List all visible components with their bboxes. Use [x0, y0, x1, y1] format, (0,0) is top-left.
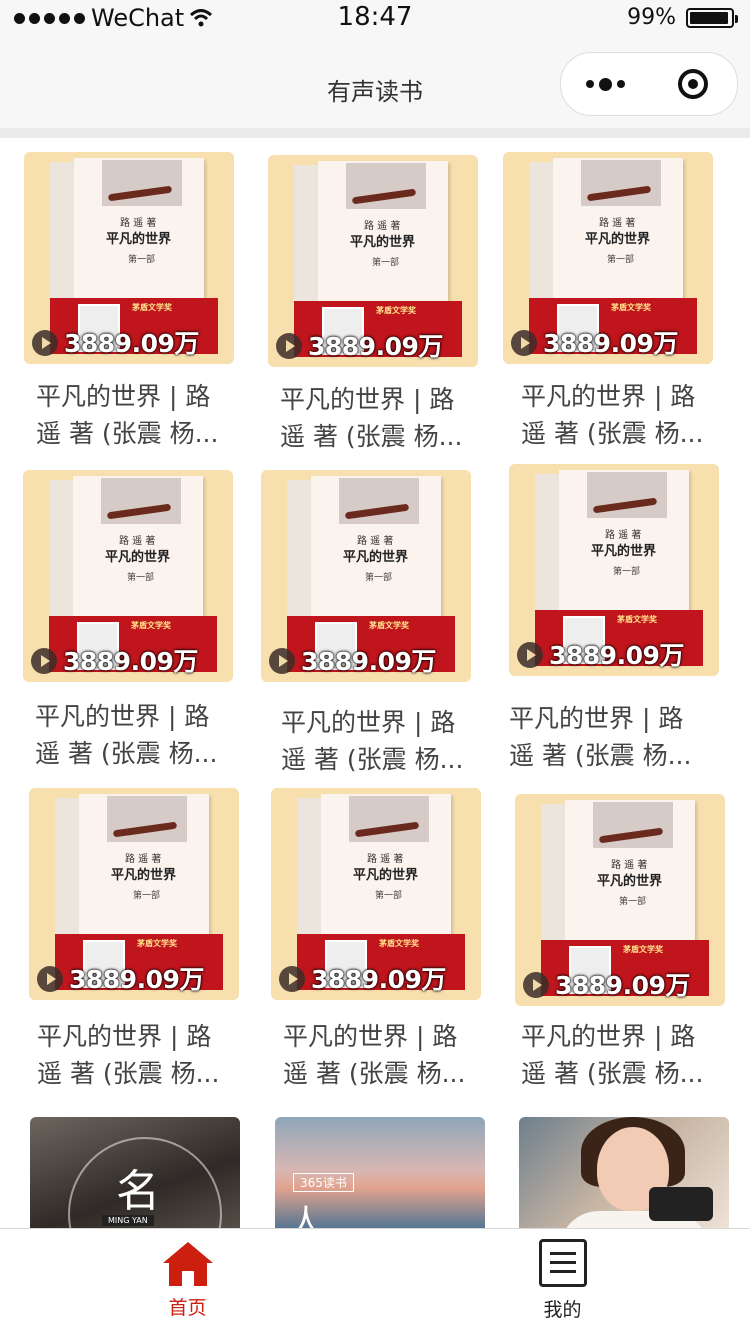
more-button[interactable]: [561, 77, 649, 91]
book-cover: 路 遥 著 平凡的世界 第一部 茅盾文学奖 3889.09万: [29, 788, 239, 1000]
book-title: 平凡的世界 | 路遥 著 (张震 杨...: [37, 1022, 220, 1088]
nav-divider: [0, 128, 750, 138]
book-title: 平凡的世界 | 路遥 著 (张震 杨...: [36, 382, 219, 448]
tab-bar: 首页 我的: [0, 1228, 750, 1329]
house-icon: [163, 1242, 213, 1286]
play-count: 3889.09万: [63, 647, 198, 676]
play-icon: [31, 648, 57, 674]
list-icon: [539, 1239, 587, 1287]
more-dots-icon: [585, 77, 625, 91]
book-title: 平凡的世界 | 路遥 著 (张震 杨...: [509, 704, 692, 770]
book-title: 平凡的世界 | 路遥 著 (张震 杨...: [521, 1022, 704, 1088]
close-mini-program-button[interactable]: [649, 69, 737, 99]
book-title: 平凡的世界 | 路遥 著 (张震 杨...: [280, 385, 463, 451]
play-count: 3889.09万: [311, 965, 446, 994]
battery-status: 99%: [627, 5, 738, 30]
book-title: 平凡的世界 | 路遥 著 (张震 杨...: [281, 708, 464, 774]
play-icon: [37, 966, 63, 992]
play-count: 3889.09万: [64, 329, 199, 358]
play-count: 3889.09万: [301, 647, 436, 676]
tab-mine[interactable]: 我的: [375, 1229, 750, 1329]
play-icon: [279, 966, 305, 992]
play-icon: [276, 333, 302, 359]
book-title: 平凡的世界 | 路遥 著 (张震 杨...: [283, 1022, 466, 1088]
book-cover: 路 遥 著 平凡的世界 第一部 茅盾文学奖 3889.09万: [509, 464, 719, 676]
mini-program-capsule: [560, 52, 738, 116]
book-cover: 路 遥 著 平凡的世界 第一部 茅盾文学奖 3889.09万: [23, 470, 233, 682]
nav-bar: 有声读书: [0, 36, 750, 128]
tab-home-label: 首页: [168, 1297, 207, 1319]
book-title: 平凡的世界 | 路遥 著 (张震 杨...: [35, 702, 218, 768]
book-cover-partial[interactable]: 名 MING YAN: [30, 1117, 240, 1235]
play-count: 3889.09万: [549, 641, 684, 670]
book-title: 平凡的世界 | 路遥 著 (张震 杨...: [521, 382, 704, 448]
tab-mine-label: 我的: [543, 1299, 582, 1321]
battery-percent: 99%: [627, 5, 676, 30]
play-icon: [511, 330, 537, 356]
play-icon: [269, 648, 295, 674]
play-count: 3889.09万: [308, 332, 443, 361]
book-cover: 路 遥 著 平凡的世界 第一部 茅盾文学奖 3889.09万: [515, 794, 725, 1006]
book-cover-partial[interactable]: 365读书 人: [275, 1117, 485, 1235]
tab-home[interactable]: 首页: [0, 1229, 375, 1329]
battery-icon: [686, 7, 738, 28]
book-cover: 路 遥 著 平凡的世界 第一部 茅盾文学奖 3889.09万: [503, 152, 713, 364]
target-icon: [678, 69, 708, 99]
status-bar: WeChat 18:47 99%: [0, 0, 750, 36]
play-icon: [523, 972, 549, 998]
book-cover: 路 遥 著 平凡的世界 第一部 茅盾文学奖 3889.09万: [271, 788, 481, 1000]
play-count: 3889.09万: [555, 971, 690, 1000]
book-cover: 路 遥 著 平凡的世界 第一部 茅盾文学奖 3889.09万: [24, 152, 234, 364]
play-icon: [32, 330, 58, 356]
book-cover-partial[interactable]: [519, 1117, 729, 1235]
play-icon: [517, 642, 543, 668]
play-count: 3889.09万: [543, 329, 678, 358]
book-cover: 路 遥 著 平凡的世界 第一部 茅盾文学奖 3889.09万: [268, 155, 478, 367]
play-count: 3889.09万: [69, 965, 204, 994]
book-cover: 路 遥 著 平凡的世界 第一部 茅盾文学奖 3889.09万: [261, 470, 471, 682]
